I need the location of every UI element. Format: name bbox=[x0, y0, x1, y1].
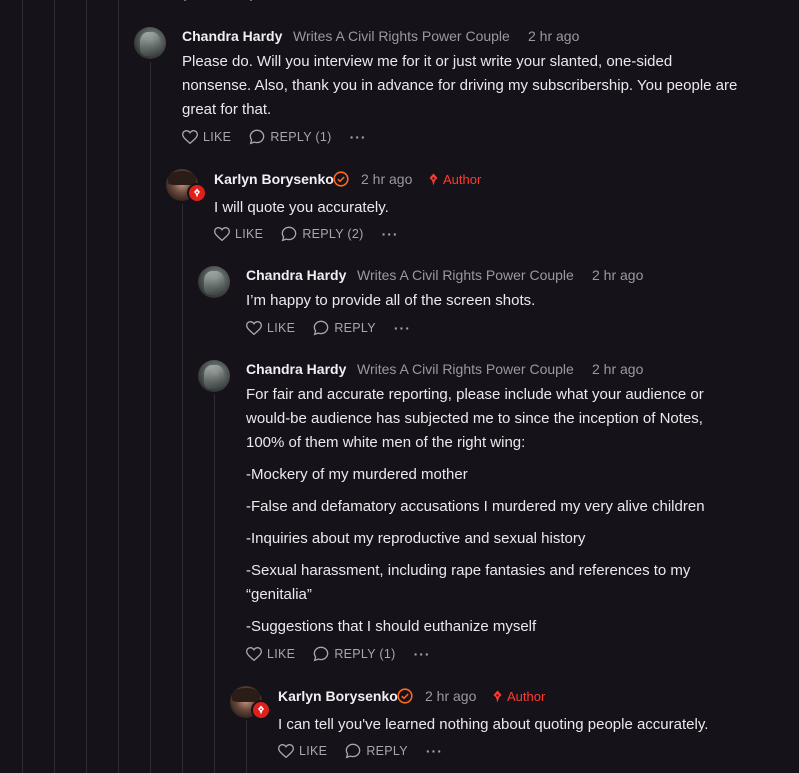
reply-label: REPLY (1) bbox=[270, 130, 332, 144]
quill-pen-icon bbox=[493, 690, 502, 703]
author-label: Author bbox=[507, 689, 546, 704]
like-button[interactable]: LIKE bbox=[182, 130, 231, 144]
reply-button[interactable]: REPLY (1) bbox=[249, 129, 331, 145]
verified-check-icon bbox=[333, 171, 349, 187]
avatar[interactable] bbox=[198, 360, 230, 392]
reply-button[interactable]: REPLY bbox=[313, 320, 376, 336]
comment-paragraph: -Sexual harassment, including rape fanta… bbox=[246, 562, 691, 603]
reply-button[interactable]: REPLY bbox=[345, 743, 408, 759]
comment-paragraph: I can tell you've learned nothing about … bbox=[278, 716, 709, 733]
author-badge bbox=[251, 700, 271, 720]
more-options-icon[interactable]: ··· bbox=[426, 743, 443, 759]
like-button[interactable]: LIKE bbox=[278, 744, 327, 758]
comment-paragraph: Please do. Will you interview me for it … bbox=[182, 53, 738, 118]
like-label: LIKE bbox=[203, 130, 232, 144]
commenter-subtitle[interactable]: Writes A Civil Rights Power Couple bbox=[357, 267, 574, 283]
comment-body: I can tell you've learned nothing about … bbox=[278, 713, 778, 745]
like-label: LIKE bbox=[267, 647, 296, 661]
comment-bubble-icon bbox=[345, 743, 361, 759]
more-options-icon[interactable]: ··· bbox=[382, 226, 399, 242]
commenter-name[interactable]: Karlyn Borysenko bbox=[214, 171, 334, 187]
like-button[interactable]: LIKE bbox=[246, 647, 295, 661]
comment-paragraph: I’m happy to provide all of the screen s… bbox=[246, 292, 536, 309]
comment-timestamp[interactable]: 2 hr ago bbox=[425, 688, 476, 704]
chevron-down-icon bbox=[249, 0, 253, 2]
avatar[interactable] bbox=[198, 266, 230, 298]
comment-paragraph: -Mockery of my murdered mother bbox=[246, 466, 468, 483]
comment-paragraph: -False and defamatory accusations I murd… bbox=[246, 498, 705, 515]
commenter-name[interactable]: Chandra Hardy bbox=[182, 28, 282, 44]
like-label: LIKE bbox=[299, 744, 328, 758]
reply-label: REPLY bbox=[334, 321, 376, 335]
reply-label: REPLY (1) bbox=[334, 647, 396, 661]
comment-bubble-icon bbox=[281, 226, 297, 242]
more-options-icon[interactable]: ··· bbox=[350, 129, 367, 145]
author-label: Author bbox=[443, 172, 482, 187]
comment-actions: LIKE REPLY (2) ··· bbox=[214, 226, 399, 242]
comment-bubble-icon bbox=[249, 129, 265, 145]
comment-timestamp[interactable]: 2 hr ago bbox=[592, 267, 643, 283]
commenter-subtitle[interactable]: Writes A Civil Rights Power Couple bbox=[293, 28, 510, 44]
thread-line bbox=[86, 0, 87, 773]
comment-body: I will quote you accurately. bbox=[214, 196, 754, 228]
comment-body: Please do. Will you interview me for it … bbox=[182, 50, 742, 130]
comment-paragraph: I will quote you accurately. bbox=[214, 199, 389, 216]
comment-body: For fair and accurate reporting, please … bbox=[246, 383, 736, 647]
thread-line bbox=[246, 720, 247, 773]
comment-bubble-icon bbox=[313, 320, 329, 336]
thread-line bbox=[214, 394, 215, 773]
heart-icon bbox=[246, 647, 262, 661]
chevron-down-icon bbox=[183, 0, 187, 2]
comment-paragraph: -Inquiries about my reproductive and sex… bbox=[246, 530, 586, 547]
verified-check-icon bbox=[397, 688, 413, 704]
commenter-name[interactable]: Karlyn Borysenko bbox=[278, 688, 398, 704]
comment-actions: LIKE REPLY ··· bbox=[246, 320, 411, 336]
comment-actions: LIKE REPLY (1) ··· bbox=[246, 646, 431, 662]
thread-line bbox=[182, 204, 183, 773]
commenter-name[interactable]: Chandra Hardy bbox=[246, 267, 346, 283]
reply-label: REPLY (2) bbox=[302, 227, 364, 241]
heart-icon bbox=[214, 227, 230, 241]
comment-timestamp[interactable]: 2 hr ago bbox=[528, 28, 579, 44]
thread-line bbox=[22, 0, 23, 773]
avatar[interactable] bbox=[134, 27, 166, 59]
like-button[interactable]: LIKE bbox=[214, 227, 263, 241]
thread-line bbox=[54, 0, 55, 773]
quill-pen-icon bbox=[258, 705, 264, 715]
commenter-subtitle[interactable]: Writes A Civil Rights Power Couple bbox=[357, 361, 574, 377]
like-label: LIKE bbox=[235, 227, 264, 241]
thread-line bbox=[118, 0, 119, 773]
like-button[interactable]: LIKE bbox=[246, 321, 295, 335]
comment-bubble-icon bbox=[313, 646, 329, 662]
reply-label: REPLY bbox=[366, 744, 408, 758]
comment-actions: LIKE REPLY ··· bbox=[278, 743, 443, 759]
heart-icon bbox=[182, 130, 198, 144]
comment-actions: LIKE REPLY (1) ··· bbox=[182, 129, 367, 145]
like-label: LIKE bbox=[267, 321, 296, 335]
more-options-icon[interactable]: ··· bbox=[394, 320, 411, 336]
comment-paragraph: For fair and accurate reporting, please … bbox=[246, 386, 704, 451]
commenter-name[interactable]: Chandra Hardy bbox=[246, 361, 346, 377]
author-badge bbox=[187, 183, 207, 203]
comment-paragraph: -Suggestions that I should euthanize mys… bbox=[246, 618, 537, 635]
comment-timestamp[interactable]: 2 hr ago bbox=[592, 361, 643, 377]
author-tag: Author bbox=[428, 172, 481, 187]
comment-timestamp[interactable]: 2 hr ago bbox=[361, 171, 412, 187]
quill-pen-icon bbox=[194, 188, 200, 198]
reply-button[interactable]: REPLY (1) bbox=[313, 646, 395, 662]
heart-icon bbox=[278, 744, 294, 758]
author-tag: Author bbox=[492, 689, 545, 704]
reply-button[interactable]: REPLY (2) bbox=[281, 226, 363, 242]
quill-pen-icon bbox=[429, 173, 438, 186]
comment-body: I’m happy to provide all of the screen s… bbox=[246, 289, 766, 321]
heart-icon bbox=[246, 321, 262, 335]
more-options-icon[interactable]: ··· bbox=[414, 646, 431, 662]
thread-line bbox=[150, 62, 151, 773]
